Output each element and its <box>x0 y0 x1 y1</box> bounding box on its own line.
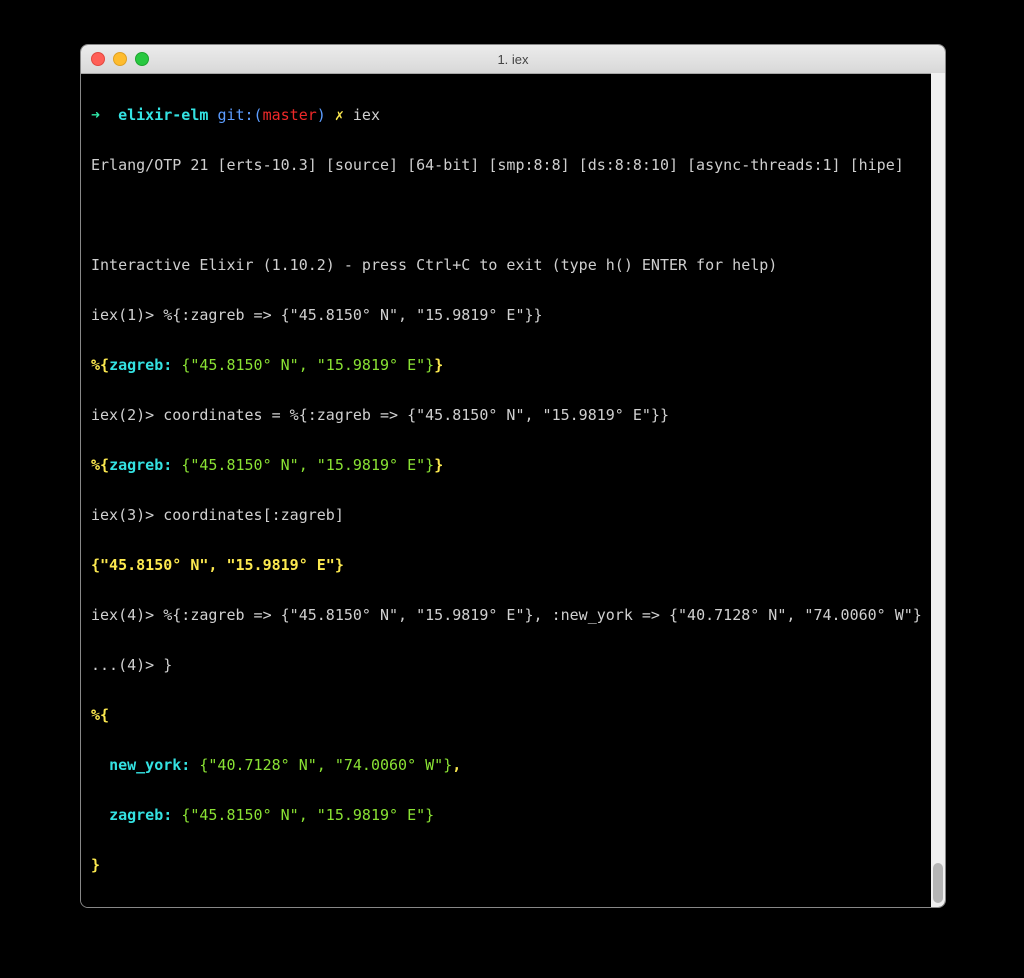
iex-line-3: iex(3)> coordinates[:zagreb] <box>91 503 935 528</box>
window-controls <box>91 52 149 66</box>
erlang-banner: Erlang/OTP 21 [erts-10.3] [source] [64-b… <box>91 153 935 178</box>
prompt-cmd: iex <box>353 106 380 124</box>
iex-out-4-ny: new_york: {"40.7128° N", "74.0060° W"}, <box>91 753 935 778</box>
iex-line-4-cont: ...(4)> } <box>91 653 935 678</box>
iex-out-4-close: } <box>91 853 935 878</box>
window-title: 1. iex <box>81 52 945 67</box>
prompt-dirty-icon: ✗ <box>335 106 344 124</box>
elixir-banner: Interactive Elixir (1.10.2) - press Ctrl… <box>91 253 935 278</box>
iex-line-4: iex(4)> %{:zagreb => {"45.8150° N", "15.… <box>91 603 935 628</box>
scrollbar[interactable] <box>931 73 945 907</box>
iex-out-4-open: %{ <box>91 703 935 728</box>
prompt-branch: master <box>263 106 317 124</box>
prompt-arrow-icon: ➜ <box>91 106 100 124</box>
iex-line-1: iex(1)> %{:zagreb => {"45.8150° N", "15.… <box>91 303 935 328</box>
iex-out-3: {"45.8150° N", "15.9819° E"} <box>91 553 935 578</box>
titlebar[interactable]: 1. iex <box>81 45 945 74</box>
iex-out-1: %{zagreb: {"45.8150° N", "15.9819° E"}} <box>91 353 935 378</box>
iex-line-2: iex(2)> coordinates = %{:zagreb => {"45.… <box>91 403 935 428</box>
scrollbar-thumb[interactable] <box>933 863 943 903</box>
iex-line-5: iex(5)> Map. <box>91 903 935 908</box>
iex-out-4-zg: zagreb: {"45.8150° N", "15.9819° E"} <box>91 803 935 828</box>
shell-prompt-line: ➜ elixir-elm git:(master) ✗ iex <box>91 103 935 128</box>
zoom-icon[interactable] <box>135 52 149 66</box>
terminal-window: 1. iex ➜ elixir-elm git:(master) ✗ iex E… <box>80 44 946 908</box>
iex-out-2: %{zagreb: {"45.8150° N", "15.9819° E"}} <box>91 453 935 478</box>
close-icon[interactable] <box>91 52 105 66</box>
prompt-git-label: git:( <box>217 106 262 124</box>
terminal-content[interactable]: ➜ elixir-elm git:(master) ✗ iex Erlang/O… <box>81 74 945 908</box>
minimize-icon[interactable] <box>113 52 127 66</box>
prompt-git-close: ) <box>317 106 326 124</box>
prompt-dir: elixir-elm <box>118 106 208 124</box>
